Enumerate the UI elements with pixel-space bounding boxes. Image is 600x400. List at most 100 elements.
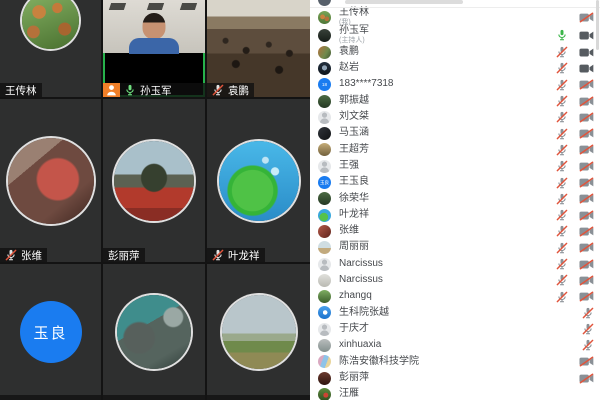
participant-row[interactable]: 马玉涵 [310,125,600,141]
microphone-muted-icon[interactable] [556,128,568,140]
participant-row[interactable]: Narcissus [310,272,600,288]
microphone-muted-icon[interactable] [556,209,568,221]
name-block: 王强 [339,161,359,172]
participant-row[interactable]: zhangq [310,288,600,304]
participant-row[interactable]: 18183****7318 [310,77,600,93]
video-tile-袁鹏[interactable]: 袁鹏 [207,0,310,97]
camera-off-icon[interactable] [579,193,594,204]
participant-name: 孙玉军 [140,83,172,98]
microphone-muted-icon[interactable] [582,323,594,335]
microphone-muted-icon[interactable] [556,160,568,172]
avatar: 玉良 [20,301,82,363]
participant-row[interactable]: 王强 [310,158,600,174]
camera-off-icon[interactable] [579,96,594,107]
microphone-muted-icon[interactable] [212,249,224,261]
microphone-muted-icon[interactable] [556,258,568,270]
scrollbar-thumb[interactable] [596,0,599,50]
camera-off-icon[interactable] [579,177,594,188]
default-avatar [318,160,331,173]
status-icons [556,225,594,237]
camera-on-icon[interactable] [579,63,594,74]
avatar [318,11,331,24]
camera-off-icon[interactable] [579,161,594,172]
microphone-muted-icon[interactable] [556,46,568,58]
camera-off-icon[interactable] [579,356,594,367]
microphone-muted-icon[interactable] [556,111,568,123]
microphone-muted-icon[interactable] [556,242,568,254]
camera-off-icon[interactable] [579,226,594,237]
camera-off-icon[interactable] [579,12,594,23]
participant-row[interactable]: 于庆才 [310,321,600,337]
participant-row[interactable]: 周丽丽 [310,240,600,256]
microphone-muted-icon[interactable] [556,95,568,107]
video-tile-王玉良[interactable]: 玉良 [0,264,101,400]
microphone-muted-icon[interactable] [212,84,224,96]
participant-row[interactable]: 玉良王玉良 [310,174,600,190]
camera-off-icon[interactable] [579,242,594,253]
participant-row[interactable]: 叶龙祥 [310,207,600,223]
participant-row[interactable]: Narcissus [310,256,600,272]
video-tile-彭丽萍[interactable]: 彭丽萍 [103,99,205,262]
microphone-on-icon[interactable] [556,29,568,41]
microphone-muted-icon[interactable] [556,144,568,156]
video-tile-孙玉军[interactable]: 孙玉军 [103,0,205,97]
microphone-muted-icon[interactable] [556,177,568,189]
participant-row[interactable]: 彭丽萍 [310,370,600,386]
participant-row[interactable]: 赵岩 [310,60,600,76]
microphone-on-icon[interactable] [124,84,136,96]
participant-row[interactable]: 郭振越 [310,93,600,109]
status-icons [582,307,594,319]
avatar [318,339,331,352]
name-block: 王传林(我) [339,8,369,27]
name-block: Narcissus [339,275,383,286]
participant-name: 汪雁 [339,389,359,400]
avatar [318,62,331,75]
camera-off-icon[interactable] [579,291,594,302]
participant-name: xinhuaxia [339,340,381,351]
participant-row[interactable]: 袁鹏 [310,44,600,60]
participant-row[interactable]: 徐荣华 [310,191,600,207]
video-tile-slot-8[interactable] [103,264,205,400]
camera-off-icon[interactable] [579,275,594,286]
participant-row[interactable]: xinhuaxia [310,337,600,353]
participant-row[interactable]: 张维 [310,223,600,239]
camera-off-icon[interactable] [579,128,594,139]
participant-name: 王玉良 [339,177,369,188]
microphone-muted-icon[interactable] [556,193,568,205]
status-icons [579,356,594,367]
microphone-muted-icon[interactable] [556,225,568,237]
participant-row[interactable]: 刘文桀 [310,109,600,125]
microphone-muted-icon[interactable] [556,291,568,303]
participant-row[interactable]: 生科院张越 [310,305,600,321]
camera-off-icon[interactable] [579,112,594,123]
microphone-muted-icon[interactable] [582,339,594,351]
participant-row[interactable]: 王传林(我) [310,8,600,26]
clipped-top-row[interactable] [310,0,600,8]
camera-on-icon[interactable] [579,47,594,58]
participant-row[interactable]: 孙玉军(主持人) [310,26,600,44]
camera-off-icon[interactable] [579,373,594,384]
participant-name: 周丽丽 [339,242,369,253]
microphone-muted-icon[interactable] [582,307,594,319]
camera-off-icon[interactable] [579,144,594,155]
microphone-muted-icon[interactable] [556,274,568,286]
microphone-muted-icon[interactable] [5,249,17,261]
video-grid: 王传林孙玉军 袁鹏张维彭丽萍叶龙祥玉良 [0,0,310,400]
participant-row[interactable]: 汪雁 [310,386,600,400]
avatar: 玉良 [318,176,331,189]
status-icons [556,274,594,286]
video-tile-王传林[interactable]: 王传林 [0,0,101,97]
video-tile-slot-9[interactable] [207,264,310,400]
microphone-muted-icon[interactable] [556,79,568,91]
microphone-muted-icon[interactable] [556,62,568,74]
camera-on-icon[interactable] [579,30,594,41]
participant-row[interactable]: 王超芳 [310,142,600,158]
camera-off-icon[interactable] [579,79,594,90]
participant-row[interactable]: 陈浩安徽科技学院 [310,354,600,370]
status-icons [556,144,594,156]
video-tile-叶龙祥[interactable]: 叶龙祥 [207,99,310,262]
camera-off-icon[interactable] [579,259,594,270]
camera-off-icon[interactable] [579,210,594,221]
video-tile-张维[interactable]: 张维 [0,99,101,262]
name-block: 陈浩安徽科技学院 [339,357,419,368]
